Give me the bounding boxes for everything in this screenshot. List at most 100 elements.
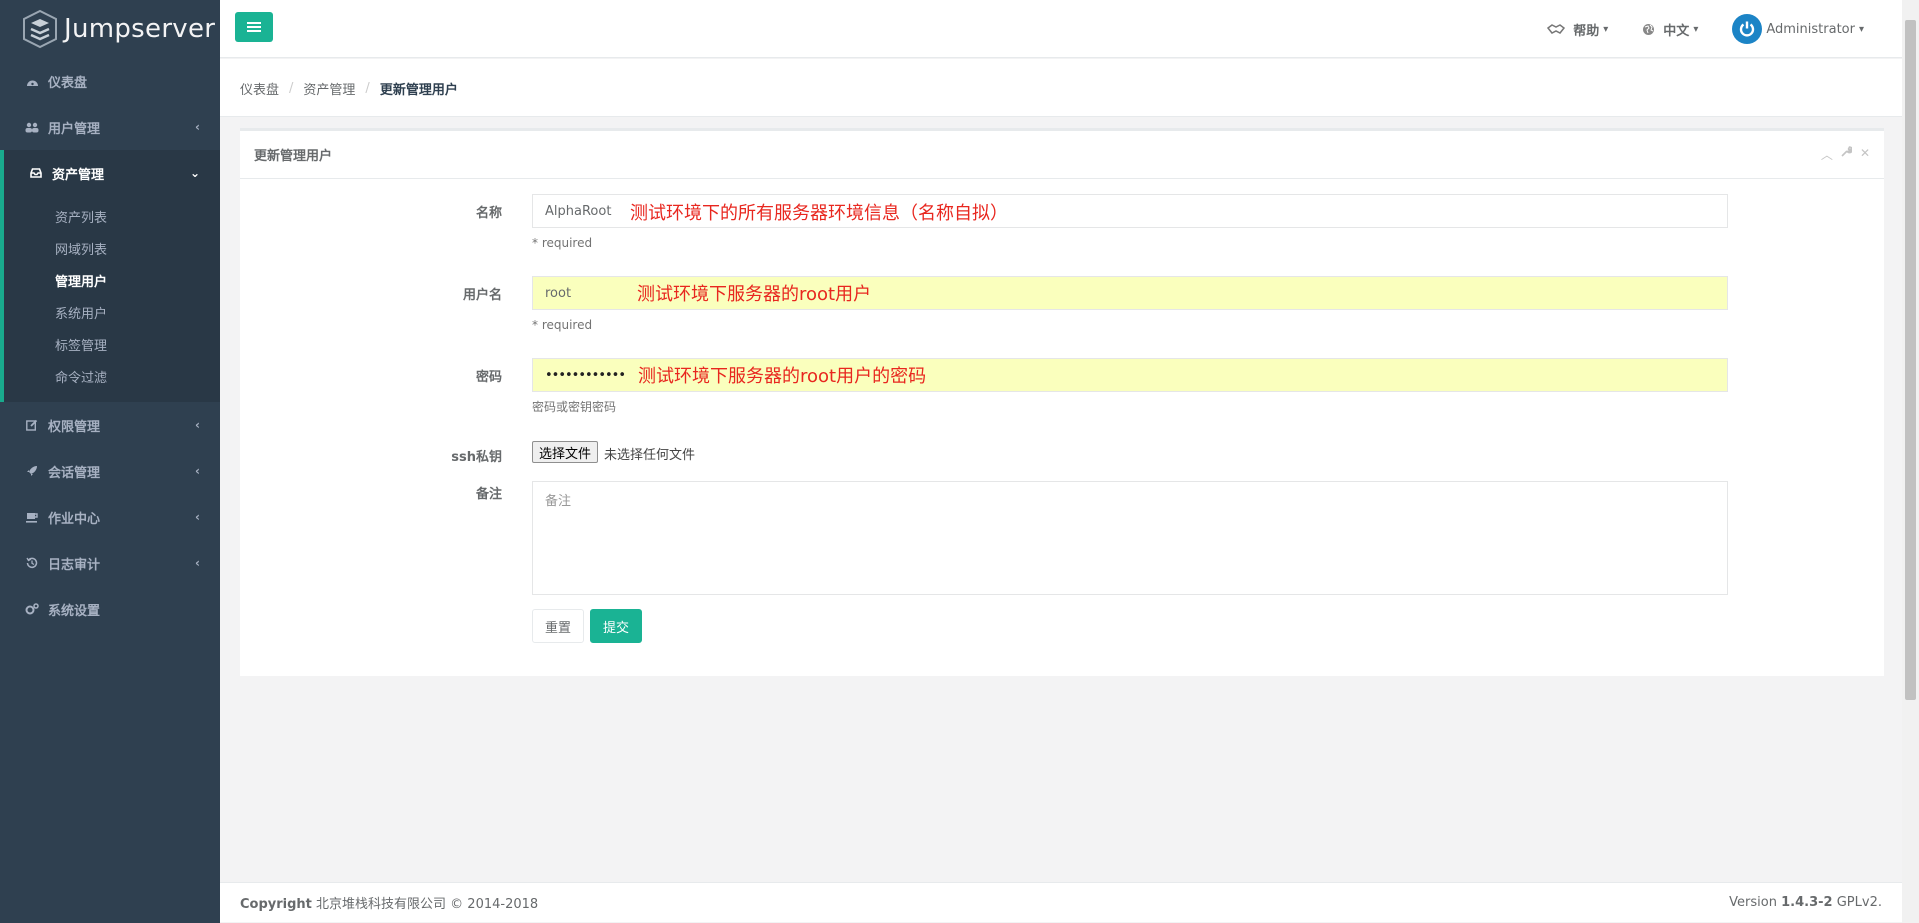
wrench-icon[interactable] bbox=[1841, 146, 1854, 163]
jumpserver-logo-icon bbox=[23, 9, 57, 49]
chevron-left-icon: ‹ bbox=[195, 510, 200, 524]
footer-copyright: Copyright 北京堆栈科技有限公司 © 2014-2018 bbox=[240, 893, 538, 912]
comment-label: 备注 bbox=[475, 487, 502, 502]
name-label: 名称 bbox=[475, 206, 502, 221]
sidebar-link-audit[interactable]: 日志审计 ‹ bbox=[0, 540, 220, 586]
subnav-item-domain-list[interactable]: 网域列表 bbox=[4, 232, 220, 264]
footer-version: Version 1.4.3-2 GPLv2. bbox=[1729, 895, 1882, 910]
user-dropdown[interactable]: Administrator ▾ bbox=[1732, 14, 1864, 44]
file-status-text: 未选择任何文件 bbox=[604, 448, 696, 463]
sidebar-item-users[interactable]: 用户管理 ‹ bbox=[0, 104, 220, 150]
ssh-key-label: ssh私钥 bbox=[451, 450, 502, 465]
username-input-value: root bbox=[545, 285, 572, 301]
bars-icon bbox=[247, 22, 261, 32]
subnav-item-asset-list[interactable]: 资产列表 bbox=[4, 200, 220, 232]
password-input-value: •••••••••••• bbox=[545, 367, 626, 383]
caret-down-icon: ▾ bbox=[1858, 23, 1864, 35]
sidebar-link-perms[interactable]: 权限管理 ‹ bbox=[0, 402, 220, 448]
breadcrumb-separator: / bbox=[365, 81, 370, 96]
panel-title: 更新管理用户 bbox=[254, 149, 333, 164]
choose-file-button[interactable]: 选择文件 bbox=[532, 441, 599, 463]
page-heading: 仪表盘 / 资产管理 / 更新管理用户 bbox=[220, 59, 1902, 117]
sidebar-link-settings[interactable]: 系统设置 bbox=[0, 586, 220, 632]
breadcrumb-separator: / bbox=[289, 81, 294, 96]
close-icon[interactable]: ✕ bbox=[1860, 146, 1870, 163]
chevron-left-icon: ‹ bbox=[195, 556, 200, 570]
chevron-left-icon: ‹ bbox=[195, 418, 200, 432]
version-prefix: Version bbox=[1729, 895, 1777, 910]
sidebar-item-jobs[interactable]: 作业中心 ‹ bbox=[0, 494, 220, 540]
copyright-text: 北京堆栈科技有限公司 © 2014-2018 bbox=[316, 897, 539, 912]
reset-button[interactable]: 重置 bbox=[532, 609, 585, 643]
chevron-left-icon: ‹ bbox=[195, 464, 200, 478]
sidebar-link-jobs[interactable]: 作业中心 ‹ bbox=[0, 494, 220, 540]
chevron-up-icon[interactable]: ︿ bbox=[1821, 146, 1833, 163]
breadcrumb-current: 更新管理用户 bbox=[379, 83, 458, 98]
username-required-hint: * required bbox=[532, 318, 593, 332]
top-right-menu: 帮助 ▾ 中文 ▾ Administrator ▾ bbox=[1547, 0, 1902, 58]
subnav-item-command-filter[interactable]: 命令过滤 bbox=[4, 360, 220, 392]
sidebar-item-sessions[interactable]: 会话管理 ‹ bbox=[0, 448, 220, 494]
language-dropdown[interactable]: 中文 ▾ bbox=[1642, 20, 1698, 39]
sidebar-link-users[interactable]: 用户管理 ‹ bbox=[0, 104, 220, 150]
breadcrumb-assets[interactable]: 资产管理 bbox=[303, 79, 355, 98]
sidebar-item-label: 用户管理 bbox=[48, 121, 101, 137]
inbox-icon bbox=[28, 165, 44, 181]
sidebar-item-perms[interactable]: 权限管理 ‹ bbox=[0, 402, 220, 448]
sidebar-item-label: 资产管理 bbox=[52, 167, 105, 183]
breadcrumb-dashboard[interactable]: 仪表盘 bbox=[240, 79, 279, 98]
globe-icon bbox=[1643, 23, 1655, 35]
panel-tools: ︿ ✕ bbox=[1821, 146, 1870, 163]
comment-textarea[interactable]: 备注 bbox=[532, 481, 1728, 595]
chevron-down-icon: ⌄ bbox=[189, 166, 200, 180]
sidebar-item-label: 仪表盘 bbox=[48, 75, 88, 91]
submit-button[interactable]: 提交 bbox=[590, 609, 643, 643]
sidebar-toggle-button[interactable] bbox=[235, 12, 273, 42]
gears-icon bbox=[24, 601, 40, 617]
subnav-item-system-user[interactable]: 系统用户 bbox=[4, 296, 220, 328]
name-required-hint: * required bbox=[532, 236, 593, 250]
version-number: 1.4.3-2 bbox=[1781, 895, 1833, 910]
top-navbar: 帮助 ▾ 中文 ▾ Administrator ▾ bbox=[220, 0, 1902, 58]
avatar bbox=[1732, 14, 1763, 44]
sidebar-item-assets[interactable]: 资产管理 ⌄ 资产列表 网域列表 管理用户 系统用户 标签管理 命令过滤 bbox=[0, 150, 220, 402]
sidebar-link-dashboard[interactable]: 仪表盘 bbox=[0, 58, 220, 104]
power-icon bbox=[1740, 21, 1755, 37]
username-label: 用户名 bbox=[462, 288, 502, 303]
sidebar-item-audit[interactable]: 日志审计 ‹ bbox=[0, 540, 220, 586]
password-label: 密码 bbox=[475, 370, 502, 385]
help-dropdown[interactable]: 帮助 ▾ bbox=[1547, 20, 1608, 39]
password-annotation: 测试环境下服务器的root用户的密码 bbox=[638, 366, 927, 387]
sidebar-nav: 仪表盘 用户管理 ‹ 资产管理 ⌄ 资产列表 网域列表 管理用户 系统用户 标签… bbox=[0, 58, 220, 632]
language-label: 中文 bbox=[1663, 23, 1690, 39]
chevron-left-icon: ‹ bbox=[195, 120, 200, 134]
coffee-icon bbox=[24, 509, 40, 525]
sidebar-link-sessions[interactable]: 会话管理 ‹ bbox=[0, 448, 220, 494]
breadcrumb: 仪表盘 / 资产管理 / 更新管理用户 bbox=[240, 79, 458, 98]
subnav-item-labels[interactable]: 标签管理 bbox=[4, 328, 220, 360]
sidebar-item-label: 权限管理 bbox=[48, 419, 101, 435]
history-icon bbox=[24, 555, 40, 571]
sidebar-item-label: 系统设置 bbox=[48, 603, 101, 619]
sidebar-item-label: 会话管理 bbox=[48, 465, 101, 481]
panel-title-bar: 更新管理用户 ︿ ✕ bbox=[240, 131, 1884, 179]
footer: Copyright 北京堆栈科技有限公司 © 2014-2018 Version… bbox=[220, 882, 1902, 922]
version-suffix: GPLv2. bbox=[1836, 895, 1882, 910]
caret-down-icon: ▾ bbox=[1693, 23, 1699, 35]
caret-down-icon: ▾ bbox=[1603, 23, 1609, 35]
brand-logo[interactable]: Jumpserver bbox=[0, 0, 220, 58]
assets-subnav: 资产列表 网域列表 管理用户 系统用户 标签管理 命令过滤 bbox=[4, 196, 220, 402]
username-annotation: 测试环境下服务器的root用户 bbox=[637, 284, 872, 305]
user-name: Administrator bbox=[1766, 21, 1855, 37]
edit-icon bbox=[24, 417, 40, 433]
sidebar-item-label: 日志审计 bbox=[48, 557, 101, 573]
users-icon bbox=[24, 119, 40, 135]
scrollbar-thumb[interactable] bbox=[1905, 20, 1916, 700]
sidebar-item-dashboard[interactable]: 仪表盘 bbox=[0, 58, 220, 104]
subnav-item-admin-user[interactable]: 管理用户 bbox=[4, 264, 220, 296]
update-admin-user-panel: 更新管理用户 ︿ ✕ 名称 AlphaRoot 测试环境下的所有服务器环境信息（… bbox=[240, 128, 1884, 676]
sidebar-link-assets[interactable]: 资产管理 ⌄ bbox=[4, 150, 220, 196]
sidebar-item-settings[interactable]: 系统设置 bbox=[0, 586, 220, 632]
page-scrollbar[interactable] bbox=[1902, 0, 1919, 923]
sidebar-item-label: 作业中心 bbox=[48, 511, 101, 527]
